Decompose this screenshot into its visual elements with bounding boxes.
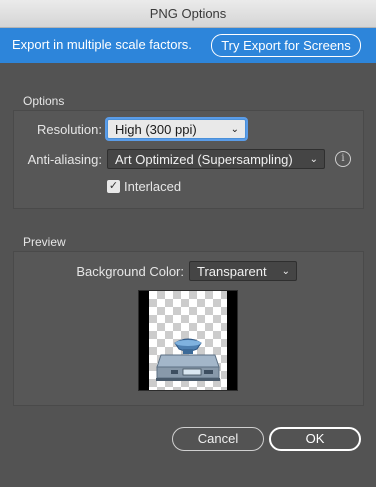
resolution-select[interactable]: High (300 ppi) ⌄ [107,119,246,139]
background-color-label: Background Color: [76,264,184,279]
chevron-down-icon: ⌄ [230,124,239,135]
chevron-down-icon: ⌄ [309,154,318,165]
anti-aliasing-label: Anti-aliasing: [27,152,102,167]
background-color-value: Transparent [197,264,267,279]
ok-button[interactable]: OK [269,427,361,451]
chevron-down-icon: ⌄ [281,266,290,277]
preview-group-label: Preview [23,235,66,249]
resolution-value: High (300 ppi) [115,122,197,137]
window-title-bar: PNG Options [0,0,376,28]
try-export-for-screens-button[interactable]: Try Export for Screens [211,34,361,57]
anti-aliasing-value: Art Optimized (Supersampling) [115,152,293,167]
preview-thumbnail [138,290,238,391]
export-banner: Export in multiple scale factors. Try Ex… [0,28,376,63]
background-color-select[interactable]: Transparent ⌄ [189,261,297,281]
interlaced-checkbox[interactable]: ✓ [107,180,120,193]
anti-aliasing-select[interactable]: Art Optimized (Supersampling) ⌄ [107,149,325,169]
options-group-label: Options [23,94,65,108]
checkmark-icon: ✓ [108,180,119,192]
kitchen-scale-icon [156,338,220,381]
interlaced-label: Interlaced [124,179,182,194]
banner-text: Export in multiple scale factors. [12,37,192,52]
cancel-button[interactable]: Cancel [172,427,264,451]
info-icon[interactable]: i [335,151,351,167]
resolution-label: Resolution: [36,122,102,137]
window-title: PNG Options [149,6,227,21]
